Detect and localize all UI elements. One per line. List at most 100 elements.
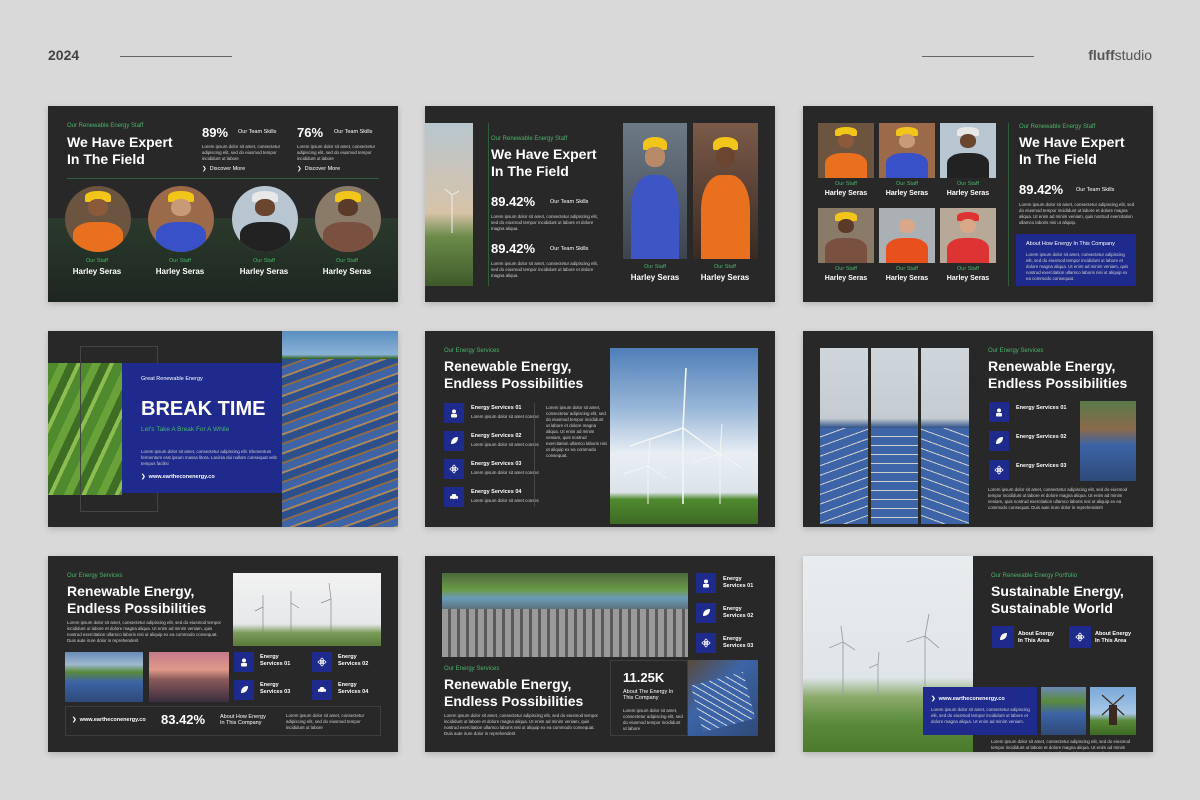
service-text: Lorem ipsum dolor sit amet consec xyxy=(471,442,540,447)
staff-photo xyxy=(818,123,874,178)
break-time-subtitle: Let's Take A Break For A While xyxy=(141,426,230,433)
service-title: Energy Services 01 xyxy=(1016,405,1067,411)
divider xyxy=(534,403,535,507)
service-title: Energy Services 04 xyxy=(338,682,369,695)
staff-name: Harley Seras xyxy=(885,190,929,197)
staff-role: Our Staff xyxy=(896,266,918,272)
staff-name: Harley Seras xyxy=(630,273,680,282)
break-time-title: BREAK TIME xyxy=(141,398,266,420)
staff-name: Harley Seras xyxy=(700,273,750,282)
slide-title: Renewable Energy, Endless Possibilities xyxy=(67,583,207,616)
slide-eyebrow: Our Renewable Energy Staff xyxy=(491,136,568,142)
wind-farm-photo xyxy=(233,573,381,646)
leaf-icon xyxy=(989,431,1009,451)
break-time-text: Lorem ipsum dolor sit amet, consectetur … xyxy=(141,449,277,466)
stat-label: Our Team Skills xyxy=(550,246,589,252)
slide-9-sustainable-world[interactable]: Our Renewable Energy Portfolio Sustainab… xyxy=(803,556,1153,752)
slide-eyebrow: Great Renewable Energy xyxy=(141,376,203,382)
website-link[interactable]: ❯ www.eartheconenergy.co xyxy=(931,696,1005,702)
portfolio-item-title: About Energy In This Area xyxy=(1095,631,1132,644)
stat-value: 76% xyxy=(297,125,324,140)
staff-role: Our Staff xyxy=(336,258,358,264)
section-text: Lorem ipsum dolor sit amet, consectetur … xyxy=(67,620,221,643)
stat-description: Lorem ipsum dolor sit amet, consectetur … xyxy=(491,261,598,278)
staff-role: Our Staff xyxy=(957,181,979,187)
staff-name: Harley Seras xyxy=(824,190,868,197)
service-title: Energy Services 02 xyxy=(471,433,522,439)
staff-role: Our Staff xyxy=(896,181,918,187)
staff-role: Our Staff xyxy=(253,258,275,264)
slide-5-energy-services[interactable]: Our Energy Services Renewable Energy, End… xyxy=(425,331,775,527)
service-title: Energy Services 01 xyxy=(471,405,522,411)
info-box-title: About How Energy In This Company xyxy=(1026,241,1115,247)
wind-turbine-photo xyxy=(425,123,473,286)
service-title: Energy Services 03 xyxy=(723,636,754,649)
slide-title: We Have Expert In The Field xyxy=(67,134,173,167)
car-icon xyxy=(444,487,464,507)
staff-name: Harley Seras xyxy=(72,267,122,276)
stat-value: 89.42% xyxy=(1019,182,1064,197)
slide-3-expert-team[interactable]: Our Staff Harley Seras Our Staff Harley … xyxy=(803,106,1153,302)
staff-role: Our Staff xyxy=(644,264,666,270)
website-link[interactable]: ❯ www.eartheconenergy.co xyxy=(72,717,146,723)
year-label: 2024 xyxy=(48,47,80,63)
stat-description: Lorem ipsum dolor sit amet, consectetur … xyxy=(623,708,683,731)
service-title: Energy Services 02 xyxy=(338,654,369,667)
staff-photo xyxy=(818,208,874,263)
slide-1-expert-team[interactable]: Our Renewable Energy Staff We Have Exper… xyxy=(48,106,398,302)
stat-label: Our Team Skills xyxy=(550,199,589,205)
stat-label: Our Team Skills xyxy=(1076,187,1115,193)
wind-turbines-photo xyxy=(610,348,758,524)
staff-photo xyxy=(315,186,381,252)
sunset-solar-photo xyxy=(149,652,229,702)
worker-icon xyxy=(444,403,464,423)
slide-eyebrow: Our Renewable Energy Staff xyxy=(67,123,144,129)
staff-name: Harley Seras xyxy=(239,267,289,276)
staff-name: Harley Seras xyxy=(946,275,990,282)
slide-title: Sustainable Energy, Sustainable World xyxy=(991,583,1124,616)
staff-role: Our Staff xyxy=(957,266,979,272)
slide-8-energy-services[interactable]: Energy Services 01 Energy Services 02 Ener… xyxy=(425,556,775,752)
car-icon xyxy=(312,680,332,700)
windmill-photo xyxy=(1090,687,1136,735)
staff-role: Our Staff xyxy=(835,181,857,187)
slide-2-expert-team[interactable]: Our Renewable Energy Staff We Have Exper… xyxy=(425,106,775,302)
staff-photo xyxy=(879,208,935,263)
staff-role: Our Staff xyxy=(835,266,857,272)
slide-4-break-time[interactable]: Great Renewable Energy BREAK TIME Let's … xyxy=(48,331,398,527)
solar-roof-photo-2 xyxy=(871,348,918,524)
stat-value: 89.42% xyxy=(491,241,536,256)
leaf-icon xyxy=(234,680,254,700)
staff-photo xyxy=(940,208,996,263)
service-title: Energy Services 01 xyxy=(260,654,291,667)
service-text: Lorem ipsum dolor sit amet consec xyxy=(471,470,540,475)
staff-photo xyxy=(940,123,996,178)
discover-more-link[interactable]: ❯ Discover More xyxy=(202,166,245,172)
atom-icon xyxy=(989,460,1009,480)
staff-name: Harley Seras xyxy=(946,190,990,197)
solar-panel-worker-photo xyxy=(688,660,758,736)
website-link[interactable]: ❯ www.eartheconenergy.co xyxy=(141,474,215,480)
discover-more-link[interactable]: ❯ Discover More xyxy=(297,166,340,172)
slide-6-energy-services[interactable]: Our Energy Services Renewable Energy, End… xyxy=(803,331,1153,527)
stat-label: Our Team Skills xyxy=(334,129,373,135)
stat-description: Lorem ipsum dolor sit amet, consectetur … xyxy=(286,713,365,730)
service-title: Energy Services 03 xyxy=(260,682,291,695)
section-text: Lorem ipsum dolor sit amet, consectetur … xyxy=(444,713,598,736)
staff-photo xyxy=(232,186,298,252)
staff-name: Harley Seras xyxy=(155,267,205,276)
stat-value: 89% xyxy=(202,125,229,140)
leaf-icon xyxy=(444,431,464,451)
staff-name: Harley Seras xyxy=(885,275,929,282)
slide-7-energy-services[interactable]: Our Energy Services Renewable Energy, End… xyxy=(48,556,398,752)
atom-icon xyxy=(444,459,464,479)
slide-title: Renewable Energy, Endless Possibilities xyxy=(444,676,584,709)
stat-description: Lorem ipsum dolor sit amet, consectetur … xyxy=(491,214,598,231)
solar-roof-photo-3 xyxy=(921,348,969,524)
staff-role: Our Staff xyxy=(169,258,191,264)
slide-eyebrow: Our Energy Services xyxy=(444,666,500,672)
header-line-left xyxy=(120,56,232,57)
stat-label: Our Team Skills xyxy=(238,129,277,135)
dam-photo xyxy=(442,573,688,657)
staff-role: Our Staff xyxy=(86,258,108,264)
